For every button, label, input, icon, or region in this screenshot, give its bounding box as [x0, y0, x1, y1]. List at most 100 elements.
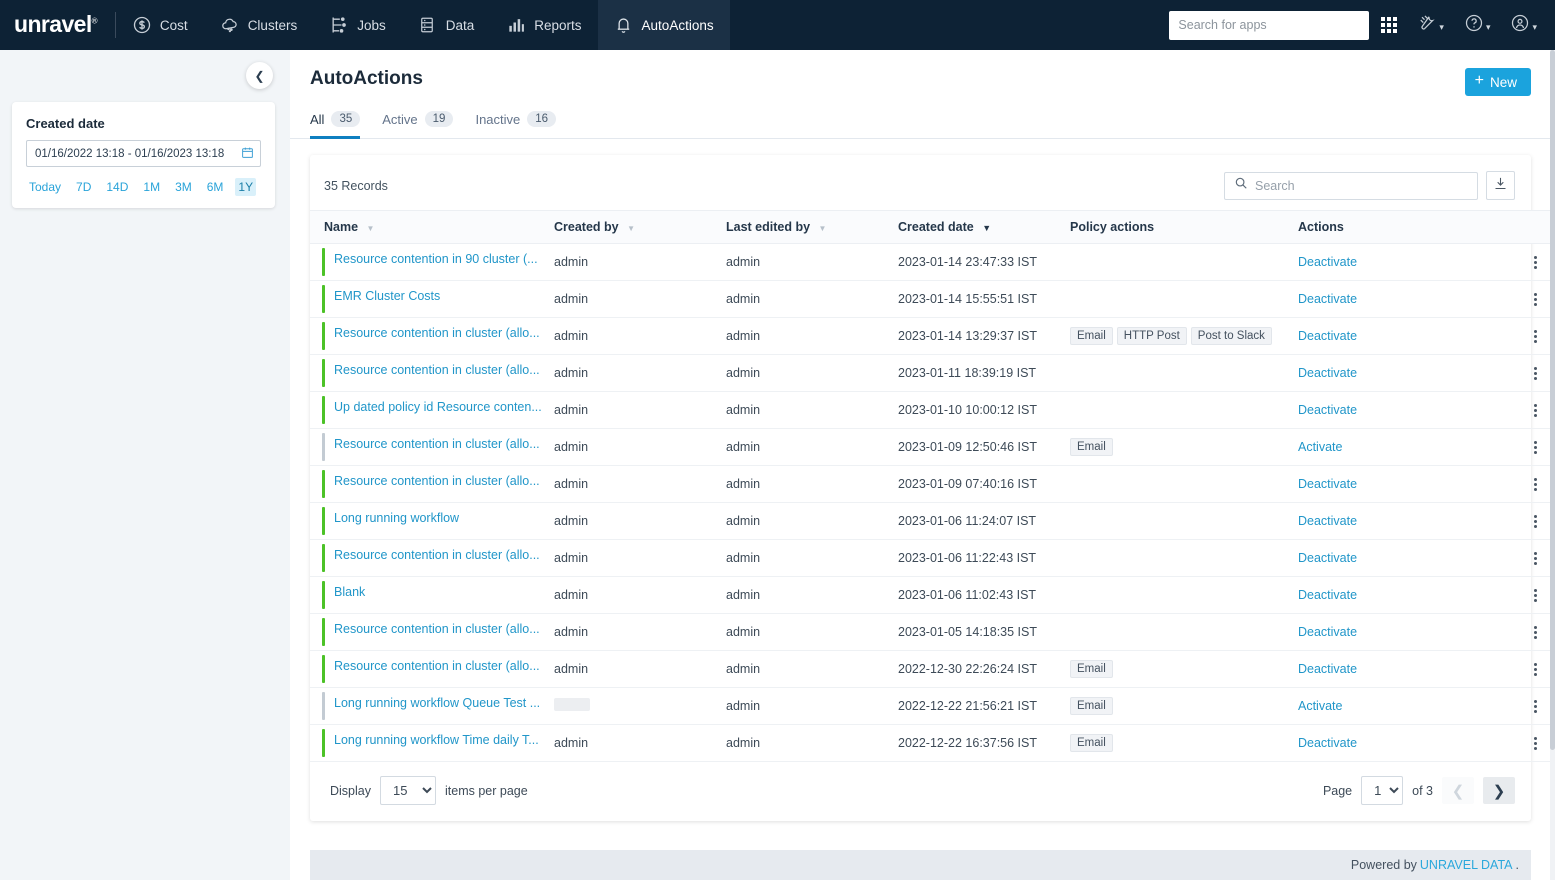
sort-arrow-icon[interactable]: ▼ — [627, 224, 635, 233]
toggle-status-link[interactable]: Deactivate — [1298, 551, 1357, 565]
search-icon — [1234, 176, 1248, 195]
nav-item-data[interactable]: Data — [402, 0, 491, 50]
toggle-status-link[interactable]: Deactivate — [1298, 403, 1357, 417]
autoaction-name-link[interactable]: Resource contention in cluster (allo... — [324, 622, 542, 636]
range-3m[interactable]: 3M — [172, 178, 195, 196]
nav-item-clusters[interactable]: Clusters — [204, 0, 314, 50]
page-number-select[interactable]: 123 — [1361, 776, 1404, 805]
page-scrollbar[interactable] — [1550, 50, 1555, 880]
toggle-status-link[interactable]: Deactivate — [1298, 514, 1357, 528]
chevron-right-icon: ❯ — [1492, 782, 1506, 800]
autoaction-name-link[interactable]: Long running workflow — [324, 511, 542, 525]
toggle-status-link[interactable]: Deactivate — [1298, 477, 1357, 491]
created-by-value: admin — [554, 588, 589, 602]
help-menu-button[interactable]: ▾ — [1456, 0, 1499, 50]
previous-page-button[interactable]: ❮ — [1442, 777, 1474, 804]
range-14d[interactable]: 14D — [103, 178, 131, 196]
autoaction-name-link[interactable]: Long running workflow Time daily T... — [324, 733, 542, 747]
range-7d[interactable]: 7D — [73, 178, 94, 196]
download-export-button[interactable] — [1486, 171, 1515, 200]
row-more-menu-icon[interactable] — [1528, 699, 1542, 713]
row-more-menu-icon[interactable] — [1528, 588, 1542, 602]
toggle-status-link[interactable]: Deactivate — [1298, 329, 1357, 343]
app-search-input[interactable] — [1169, 10, 1370, 40]
database-icon — [418, 15, 438, 35]
row-more-menu-icon[interactable] — [1528, 366, 1542, 380]
autoaction-name-link[interactable]: Blank — [324, 585, 542, 599]
row-more-menu-icon[interactable] — [1528, 440, 1542, 454]
col-created-by[interactable]: Created by ▼ — [548, 210, 720, 244]
nav-item-cost[interactable]: Cost — [116, 0, 204, 50]
autoaction-name-link[interactable]: Resource contention in 90 cluster (... — [324, 252, 542, 266]
autoaction-name-link[interactable]: Resource contention in cluster (allo... — [324, 474, 542, 488]
autoaction-name-link[interactable]: Resource contention in cluster (allo... — [324, 326, 542, 340]
new-autoaction-button[interactable]: + New — [1464, 68, 1531, 96]
date-range-input[interactable]: 01/16/2022 13:18 - 01/16/2023 13:18 — [26, 140, 261, 167]
sidebar-collapse-button[interactable]: ❮ — [246, 62, 273, 89]
tab-active[interactable]: Active 19 — [382, 111, 454, 139]
row-more-menu-icon[interactable] — [1528, 255, 1542, 269]
toggle-status-link[interactable]: Activate — [1298, 699, 1342, 713]
tools-menu-button[interactable]: ▾ — [1409, 0, 1452, 50]
range-1m[interactable]: 1M — [140, 178, 163, 196]
col-name[interactable]: Name ▼ — [310, 210, 548, 244]
app-launcher-button[interactable] — [1373, 0, 1405, 50]
autoaction-name-link[interactable]: Up dated policy id Resource conten... — [324, 400, 542, 414]
sort-arrow-icon[interactable]: ▼ — [819, 224, 827, 233]
scrollbar-thumb[interactable] — [1550, 50, 1555, 750]
row-more-menu-icon[interactable] — [1528, 625, 1542, 639]
range-1y[interactable]: 1Y — [235, 178, 257, 196]
row-more-menu-icon[interactable] — [1528, 551, 1542, 565]
toggle-status-link[interactable]: Activate — [1298, 440, 1342, 454]
unravel-logo[interactable]: unravel® — [0, 11, 115, 38]
nav-item-jobs[interactable]: Jobs — [313, 0, 402, 50]
sort-arrow-icon[interactable]: ▼ — [367, 224, 375, 233]
items-per-page-select[interactable]: 152550100 — [380, 776, 436, 805]
toggle-status-link[interactable]: Deactivate — [1298, 736, 1357, 750]
row-more-menu-icon[interactable] — [1528, 514, 1542, 528]
user-menu-button[interactable]: ▾ — [1502, 0, 1545, 50]
row-more-menu-icon[interactable] — [1528, 329, 1542, 343]
nav-label-autoactions: AutoActions — [641, 17, 714, 33]
autoaction-name-link[interactable]: Resource contention in cluster (allo... — [324, 363, 542, 377]
tab-bar: All 35 Active 19 Inactive 16 — [290, 110, 1555, 139]
col-created-date[interactable]: Created date ▼ — [892, 210, 1064, 244]
unravel-data-link[interactable]: UNRAVEL DATA — [1420, 858, 1513, 872]
sort-arrow-icon-active[interactable]: ▼ — [982, 223, 991, 233]
row-more-menu-icon[interactable] — [1528, 662, 1542, 676]
cell-last-edited-by: admin — [720, 354, 892, 392]
autoaction-name-link[interactable]: Long running workflow Queue Test ... — [324, 696, 542, 710]
autoaction-name-link[interactable]: Resource contention in cluster (allo... — [324, 659, 542, 673]
col-name-label: Name — [324, 220, 359, 234]
toggle-status-link[interactable]: Deactivate — [1298, 625, 1357, 639]
table-search-input[interactable] — [1255, 178, 1468, 193]
autoaction-name-link[interactable]: Resource contention in cluster (allo... — [324, 437, 542, 451]
nav-item-reports[interactable]: Reports — [490, 0, 597, 50]
row-more-menu-icon[interactable] — [1528, 292, 1542, 306]
row-more-menu-icon[interactable] — [1528, 736, 1542, 750]
cell-actions: Deactivate — [1292, 465, 1522, 503]
toggle-status-link[interactable]: Deactivate — [1298, 255, 1357, 269]
autoaction-name-link[interactable]: EMR Cluster Costs — [324, 289, 542, 303]
nav-item-autoactions[interactable]: AutoActions — [597, 0, 730, 50]
toggle-status-link[interactable]: Deactivate — [1298, 662, 1357, 676]
table-search-box[interactable] — [1224, 171, 1478, 200]
cell-name: Resource contention in cluster (allo... — [310, 539, 548, 577]
autoaction-name-link[interactable]: Resource contention in cluster (allo... — [324, 548, 542, 562]
cell-actions: Activate — [1292, 428, 1522, 466]
col-last-edited-by[interactable]: Last edited by ▼ — [720, 210, 892, 244]
toggle-status-link[interactable]: Deactivate — [1298, 366, 1357, 380]
range-6m[interactable]: 6M — [204, 178, 227, 196]
range-today[interactable]: Today — [26, 178, 64, 196]
policy-action-tag: Post to Slack — [1190, 327, 1272, 345]
next-page-button[interactable]: ❯ — [1483, 777, 1515, 804]
toggle-status-link[interactable]: Deactivate — [1298, 292, 1357, 306]
calendar-icon[interactable] — [241, 146, 254, 162]
question-circle-icon — [1464, 13, 1484, 38]
cell-last-edited-by: admin — [720, 650, 892, 688]
tab-inactive[interactable]: Inactive 16 — [475, 111, 557, 139]
row-more-menu-icon[interactable] — [1528, 403, 1542, 417]
tab-all[interactable]: All 35 — [310, 111, 361, 139]
toggle-status-link[interactable]: Deactivate — [1298, 588, 1357, 602]
row-more-menu-icon[interactable] — [1528, 477, 1542, 491]
